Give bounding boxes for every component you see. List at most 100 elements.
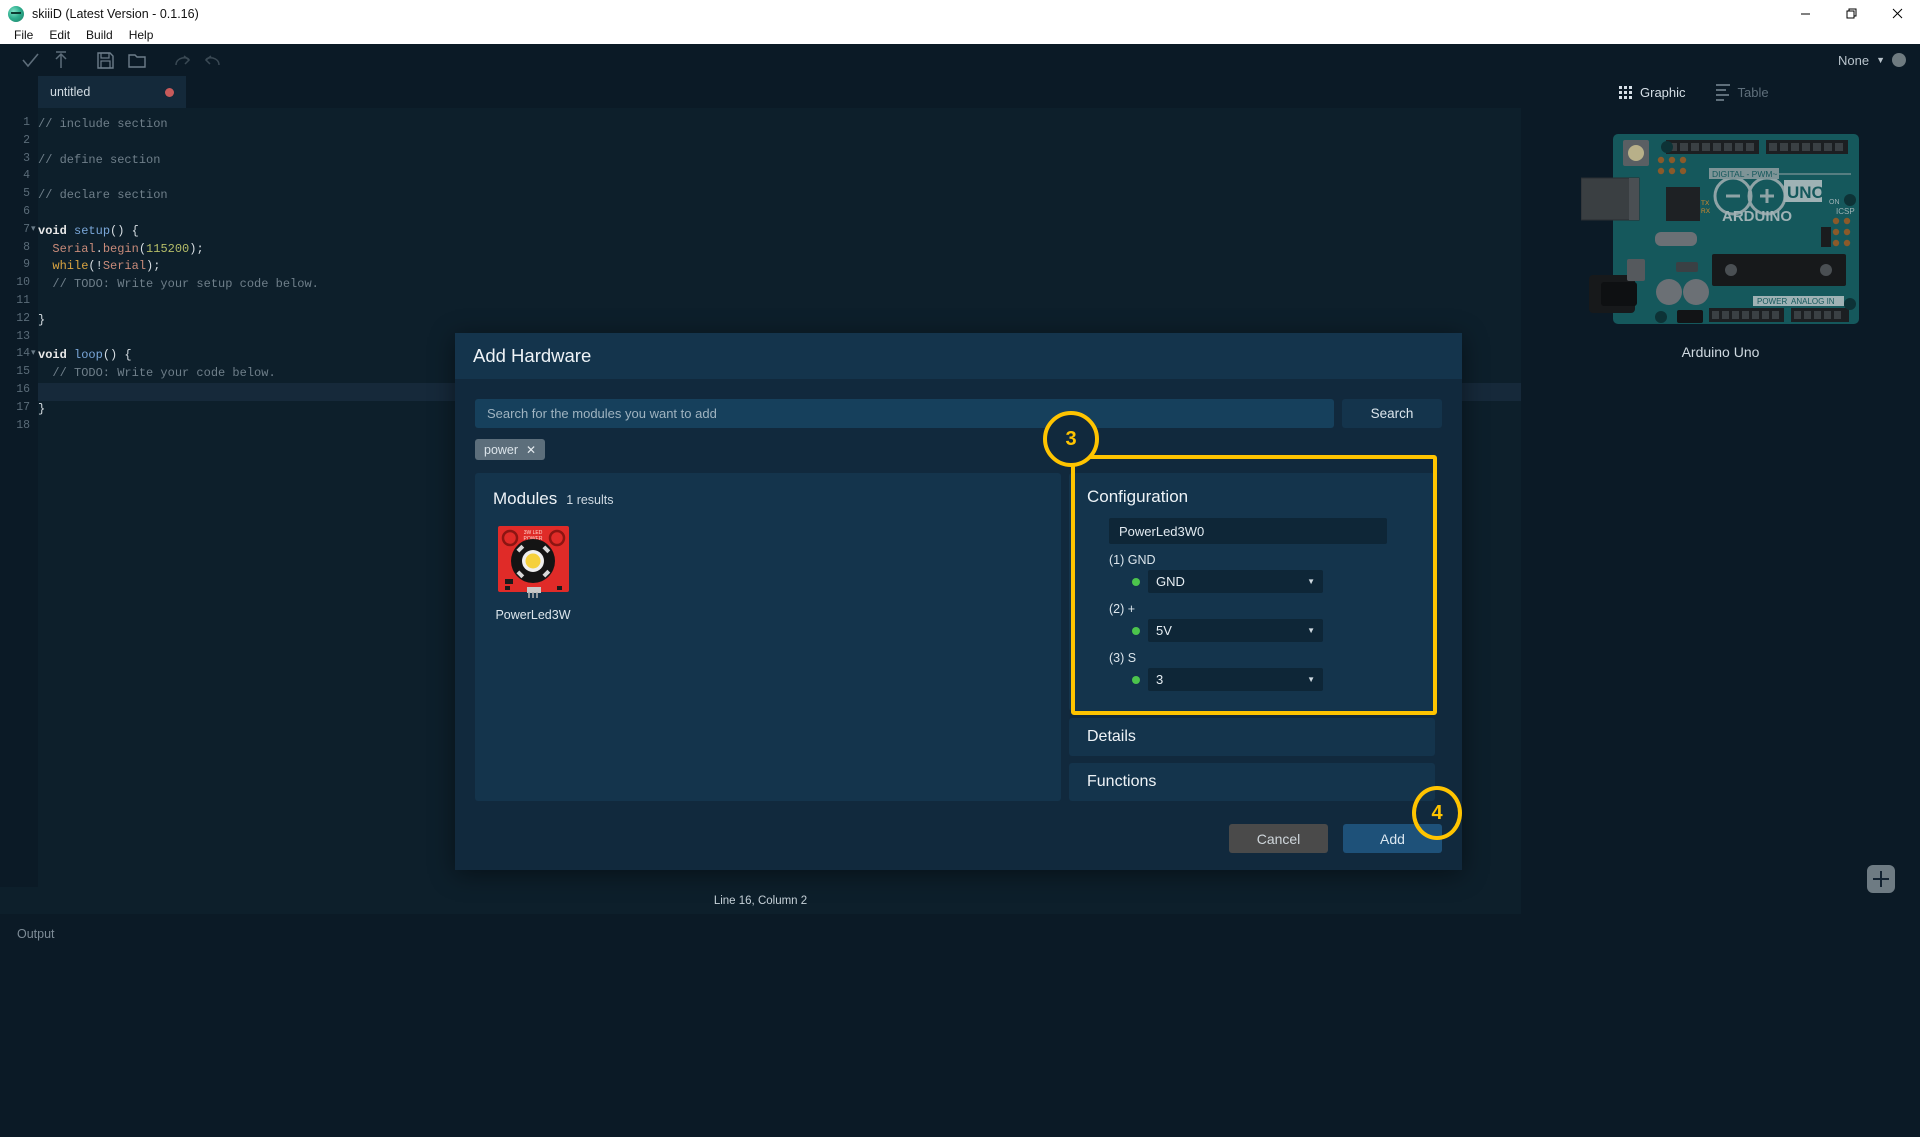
chevron-down-icon: ▼ bbox=[1307, 577, 1315, 586]
fold-arrow-icon[interactable]: ▾ bbox=[31, 223, 36, 234]
pin-select-2[interactable]: 5V ▼ bbox=[1148, 619, 1323, 642]
pin-row-2: 5V ▼ bbox=[1132, 619, 1417, 642]
code-line: Serial.begin(115200); bbox=[52, 241, 204, 256]
tab-table[interactable]: Table bbox=[1715, 83, 1769, 101]
filter-chip-power[interactable]: power ✕ bbox=[475, 439, 546, 460]
menu-item-build[interactable]: Build bbox=[78, 27, 121, 44]
editor-tab-untitled[interactable]: untitled bbox=[38, 76, 186, 108]
redo-icon bbox=[174, 55, 190, 66]
code-line: // declare section bbox=[38, 188, 168, 203]
fold-arrow-icon[interactable]: ▾ bbox=[31, 347, 36, 358]
cursor-position-text: Line 16, Column 2 bbox=[713, 894, 808, 907]
maximize-icon[interactable] bbox=[1828, 0, 1874, 27]
svg-text:RX: RX bbox=[1701, 208, 1711, 215]
preview-pane: Graphic Table ARDUINO UNO DIGITAL - PWM~… bbox=[1521, 76, 1920, 887]
dialog-header: Add Hardware bbox=[455, 333, 1462, 379]
line-number: 1 bbox=[23, 116, 30, 129]
chevron-down-icon: ▼ bbox=[1876, 55, 1885, 65]
undo-button[interactable] bbox=[197, 45, 228, 75]
unsaved-dot-icon bbox=[165, 87, 174, 97]
callout-marker-3-label: 3 bbox=[1065, 427, 1077, 450]
toolbar-spacer-2 bbox=[76, 45, 90, 75]
callout-marker-4-label: 4 bbox=[1431, 801, 1443, 824]
pin-row-3: 3 ▼ bbox=[1132, 668, 1417, 691]
pin-status-dot-icon bbox=[1132, 675, 1140, 684]
line-number: 9 bbox=[23, 258, 30, 272]
floppy-disk-icon bbox=[97, 51, 114, 69]
minimize-icon[interactable] bbox=[1782, 0, 1828, 27]
line-number: 10 bbox=[16, 276, 30, 290]
pin-label-2: (2) + bbox=[1109, 602, 1136, 616]
editor-tab-label: untitled bbox=[50, 85, 91, 99]
modules-results-count: 1 results bbox=[566, 493, 614, 507]
svg-text:POWER: POWER bbox=[1757, 297, 1787, 306]
svg-text:ICSP: ICSP bbox=[1836, 207, 1855, 216]
statusbar: Line 16, Column 2 bbox=[0, 887, 1521, 914]
code-line: } bbox=[38, 312, 46, 327]
dialog-right-column: Configuration PowerLed3W0 (1) GND GND ▼ … bbox=[1069, 473, 1435, 801]
code-line: void setup() { bbox=[38, 223, 139, 238]
search-row: Search bbox=[475, 399, 1442, 428]
save-button[interactable] bbox=[90, 45, 121, 75]
upload-arrow-icon bbox=[54, 51, 67, 68]
close-icon[interactable] bbox=[1874, 0, 1920, 27]
dialog-body: Search power ✕ Modules 1 results bbox=[455, 379, 1462, 870]
svg-text:ON: ON bbox=[1829, 199, 1840, 206]
pin-select-3[interactable]: 3 ▼ bbox=[1148, 668, 1323, 691]
upload-button[interactable] bbox=[45, 45, 76, 75]
line-number: 18 bbox=[16, 418, 30, 432]
svg-text:DIGITAL - PWM~: DIGITAL - PWM~ bbox=[1712, 169, 1777, 179]
modules-panel: Modules 1 results 3W LED POWER bbox=[475, 473, 1061, 801]
details-accordion[interactable]: Details bbox=[1069, 718, 1435, 756]
module-card-powerled3w[interactable]: 3W LED POWER bbox=[493, 525, 573, 622]
verify-button[interactable] bbox=[14, 45, 45, 75]
cancel-button[interactable]: Cancel bbox=[1229, 824, 1328, 853]
menu-item-edit[interactable]: Edit bbox=[41, 27, 78, 44]
menubar: File Edit Build Help bbox=[0, 27, 1920, 44]
search-filter-chips: power ✕ bbox=[475, 439, 1442, 461]
undo-icon bbox=[204, 55, 220, 66]
list-icon bbox=[1715, 83, 1730, 101]
pin-select-3-value: 3 bbox=[1156, 672, 1164, 687]
add-panel-button[interactable] bbox=[1867, 865, 1895, 893]
svg-text:ANALOG IN: ANALOG IN bbox=[1791, 297, 1835, 306]
line-number: 14 bbox=[16, 347, 30, 361]
code-line: // include section bbox=[38, 117, 168, 131]
add-hardware-dialog: Add Hardware Search power ✕ Modules 1 re… bbox=[455, 333, 1462, 870]
search-button[interactable]: Search bbox=[1342, 399, 1442, 428]
pin-select-1[interactable]: GND ▼ bbox=[1148, 570, 1323, 593]
pin-status-dot-icon bbox=[1132, 626, 1140, 635]
menu-item-help[interactable]: Help bbox=[121, 27, 162, 44]
line-number: 13 bbox=[16, 329, 30, 343]
pin-row-1: GND ▼ bbox=[1132, 570, 1417, 593]
svg-text:UNO: UNO bbox=[1787, 183, 1825, 202]
redo-button[interactable] bbox=[166, 45, 197, 75]
board-selector[interactable]: None ▼ bbox=[1838, 53, 1920, 68]
line-number: 3 bbox=[23, 151, 30, 165]
open-button[interactable] bbox=[121, 45, 152, 75]
menu-item-file[interactable]: File bbox=[6, 27, 41, 44]
close-x-icon[interactable]: ✕ bbox=[526, 443, 536, 457]
tab-table-label: Table bbox=[1737, 84, 1769, 100]
filter-chip-label: power bbox=[484, 442, 519, 457]
pin-label-3: (3) S bbox=[1109, 651, 1137, 665]
pin-label-1: (1) GND bbox=[1109, 553, 1156, 567]
check-icon bbox=[21, 53, 39, 68]
line-number: 6 bbox=[23, 205, 30, 218]
line-number: 15 bbox=[16, 365, 30, 379]
functions-accordion[interactable]: Functions bbox=[1069, 763, 1435, 801]
search-input[interactable] bbox=[475, 399, 1334, 428]
instance-name-input[interactable]: PowerLed3W0 bbox=[1109, 518, 1387, 544]
module-card-label: PowerLed3W bbox=[495, 608, 571, 622]
arduino-uno-board-icon: ARDUINO UNO DIGITAL - PWM~ POWER ANALOG … bbox=[1580, 134, 1859, 324]
line-number: 12 bbox=[16, 311, 30, 325]
chevron-down-icon: ▼ bbox=[1307, 626, 1315, 635]
code-line: // TODO: Write your code below. bbox=[38, 366, 276, 381]
output-label: Output bbox=[17, 927, 55, 941]
tab-graphic[interactable]: Graphic bbox=[1619, 85, 1686, 100]
pin-select-1-value: GND bbox=[1156, 574, 1185, 589]
callout-marker-4: 4 bbox=[1412, 786, 1462, 840]
line-number: 5 bbox=[23, 187, 30, 201]
window-controls bbox=[1782, 0, 1920, 27]
